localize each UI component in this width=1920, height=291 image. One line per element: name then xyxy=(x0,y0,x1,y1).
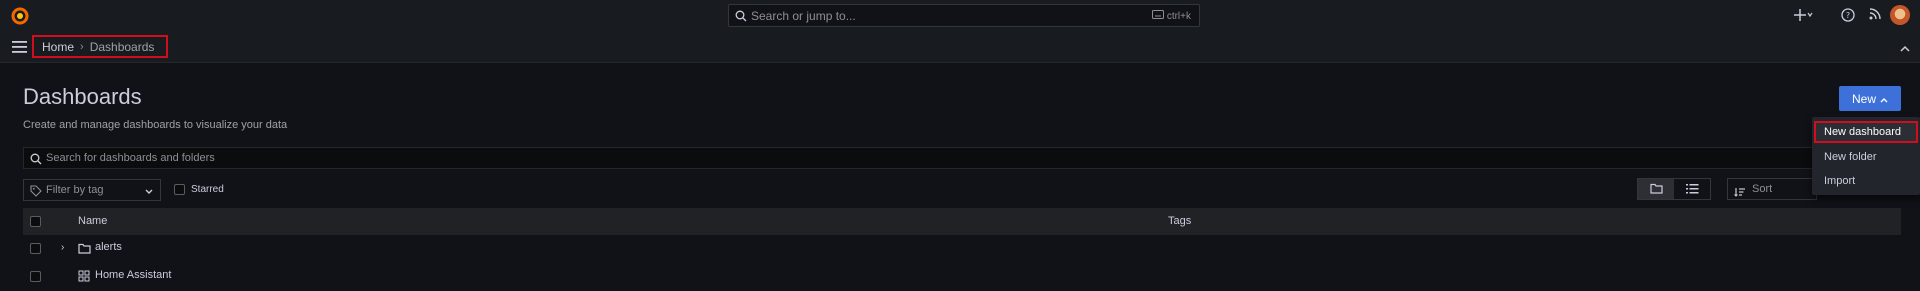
row-checkbox[interactable] xyxy=(30,271,41,282)
row-checkbox[interactable] xyxy=(30,243,41,254)
chevron-down-icon xyxy=(144,184,154,200)
chevron-up-icon[interactable] xyxy=(1900,40,1910,56)
page-title: Dashboards xyxy=(23,84,142,109)
menu-item-import[interactable]: Import xyxy=(1812,170,1920,192)
view-toggle xyxy=(1637,178,1711,200)
breadcrumb: Home › Dashboards xyxy=(32,35,168,58)
chevron-right-icon: › xyxy=(80,40,84,53)
column-header-tags: Tags xyxy=(1168,215,1192,227)
expand-chevron-icon[interactable]: › xyxy=(61,242,64,253)
tag-filter-select[interactable]: Filter by tag xyxy=(23,179,161,201)
column-header-name[interactable]: Name xyxy=(78,215,107,227)
new-button-label: New xyxy=(1851,91,1876,106)
select-all-checkbox[interactable] xyxy=(30,216,41,227)
table-header: Name Tags xyxy=(23,208,1901,235)
sort-placeholder: Sort xyxy=(1752,183,1773,195)
sort-select[interactable]: Sort xyxy=(1727,178,1817,200)
keyboard-icon xyxy=(1151,10,1164,22)
page-subtitle: Create and manage dashboards to visualiz… xyxy=(23,119,288,131)
folder-view-button[interactable] xyxy=(1638,179,1674,199)
search-placeholder: Search for dashboards and folders xyxy=(46,152,215,164)
tag-filter-placeholder: Filter by tag xyxy=(46,184,104,196)
table-row[interactable]: › alerts xyxy=(23,235,1901,262)
global-search-input[interactable]: Search or jump to... ctrl+k xyxy=(728,4,1200,27)
chevron-up-icon xyxy=(1880,92,1888,106)
menu-hamburger-icon[interactable] xyxy=(12,40,27,56)
new-button[interactable]: New xyxy=(1839,86,1901,111)
news-rss-icon[interactable] xyxy=(1868,7,1882,24)
breadcrumb-current: Dashboards xyxy=(89,39,155,54)
new-dropdown-menu: New dashboard New folder Import xyxy=(1812,117,1920,195)
dashboard-apps-icon xyxy=(78,269,90,285)
grafana-logo-icon[interactable] xyxy=(10,6,30,26)
svg-text:?: ? xyxy=(1846,11,1850,20)
sort-icon xyxy=(1734,184,1746,200)
starred-label: Starred xyxy=(191,184,224,195)
starred-checkbox[interactable] xyxy=(174,184,185,195)
search-icon xyxy=(735,9,747,25)
list-view-button[interactable] xyxy=(1674,179,1710,199)
search-placeholder: Search or jump to... xyxy=(751,9,856,23)
starred-filter[interactable]: Starred xyxy=(174,184,224,195)
menu-item-new-folder[interactable]: New folder xyxy=(1812,146,1920,168)
list-icon xyxy=(1685,181,1699,197)
menu-item-new-dashboard[interactable]: New dashboard xyxy=(1814,121,1918,143)
user-avatar[interactable] xyxy=(1890,5,1910,25)
add-plus-icon[interactable] xyxy=(1794,7,1814,26)
folder-icon xyxy=(1649,181,1663,197)
dashboard-search-input[interactable]: Search for dashboards and folders xyxy=(23,147,1813,169)
row-name[interactable]: Home Assistant xyxy=(95,269,171,281)
shortcut-label: ctrl+k xyxy=(1166,10,1191,22)
folder-icon xyxy=(78,241,91,257)
top-bar: Search or jump to... ctrl+k ? xyxy=(0,0,1920,32)
tag-icon xyxy=(30,184,42,200)
breadcrumb-home-link[interactable]: Home xyxy=(42,40,74,54)
row-name[interactable]: alerts xyxy=(95,241,122,253)
help-icon[interactable]: ? xyxy=(1840,7,1856,26)
keyboard-shortcut-hint: ctrl+k xyxy=(1151,10,1191,22)
table-row[interactable]: Home Assistant xyxy=(23,263,1901,290)
breadcrumb-bar: Home › Dashboards xyxy=(0,31,1920,63)
search-icon xyxy=(30,152,42,168)
